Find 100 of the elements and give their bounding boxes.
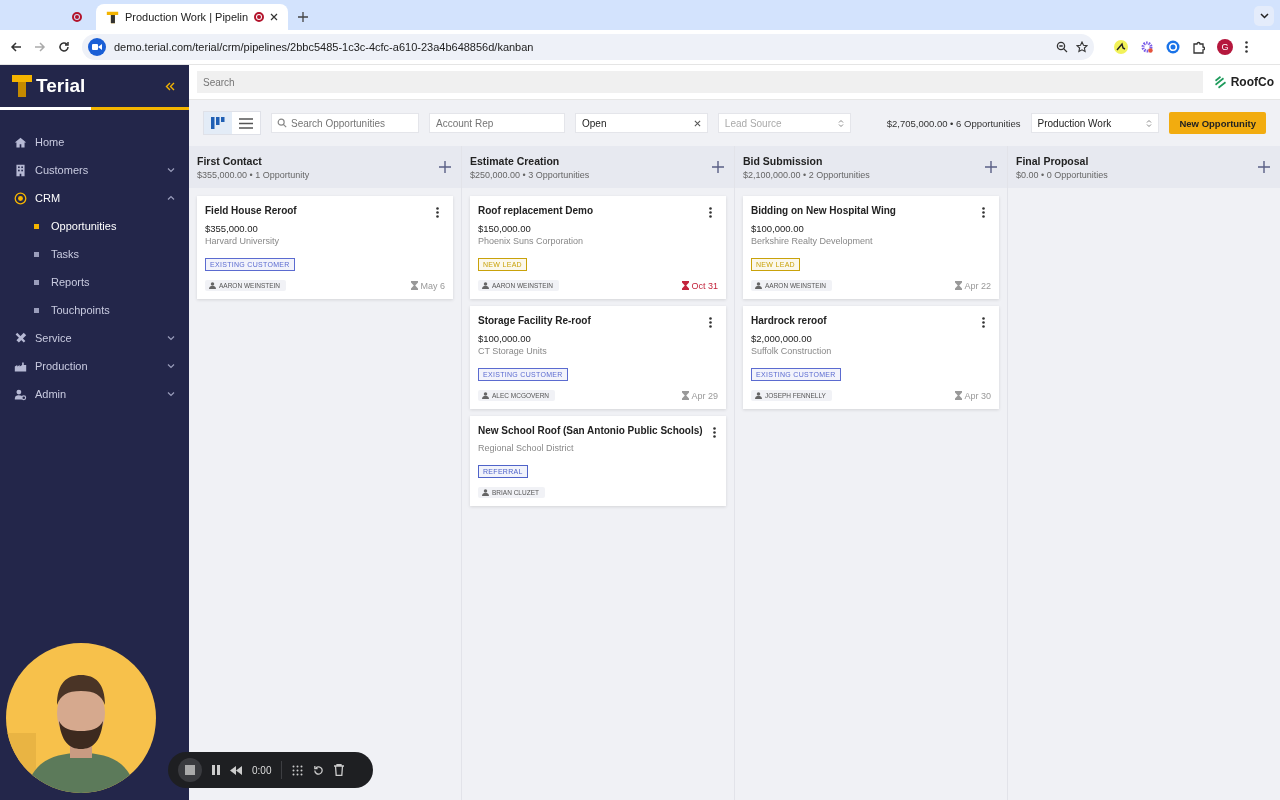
add-button[interactable]	[1258, 161, 1270, 173]
pause-button[interactable]	[212, 765, 220, 775]
card-company: Phoenix Suns Corporation	[478, 236, 585, 246]
add-button[interactable]	[712, 161, 724, 173]
browser-tab[interactable]: Production Work | Pipelin	[96, 4, 289, 30]
hourglass-icon	[955, 281, 963, 290]
columns-icon[interactable]	[211, 117, 225, 129]
person-icon	[482, 392, 489, 399]
person-icon	[755, 392, 762, 399]
logo-icon	[12, 75, 32, 97]
profile-avatar[interactable]: G	[1217, 39, 1233, 55]
card-title: Hardrock reroof	[751, 315, 827, 326]
card-company: Berkshire Realty Development	[751, 236, 874, 246]
board-view-button[interactable]	[204, 112, 232, 134]
column-title: Estimate Creation	[470, 154, 561, 167]
card-company: Regional School District	[478, 443, 575, 453]
menu-icon[interactable]	[1245, 41, 1248, 53]
recording-icon	[72, 12, 82, 22]
card-title: New School Roof (San Antonio Public Schools)	[478, 425, 703, 436]
target-icon	[14, 191, 27, 205]
restart-button[interactable]	[313, 764, 325, 776]
card-title: Roof replacement Demo	[478, 205, 594, 216]
chevron-icon	[167, 362, 175, 370]
nav-subitem[interactable]: Tasks	[0, 240, 189, 268]
nav-item[interactable]: Production	[0, 352, 189, 380]
column-title: Bid Submission	[743, 154, 824, 167]
more-icon[interactable]	[708, 316, 712, 328]
new-opportunity-button[interactable]: New Opportunity	[1169, 112, 1266, 134]
list-icon[interactable]	[239, 117, 253, 129]
more-icon[interactable]	[712, 426, 716, 438]
nav-subitem[interactable]: Touchpoints	[0, 296, 189, 324]
nav-item[interactable]: Customers	[0, 156, 189, 184]
search-field[interactable]: Search	[197, 71, 1203, 93]
zoom-icon[interactable]	[1056, 41, 1068, 53]
search-field[interactable]: Search Opportunities	[271, 113, 419, 133]
puzzle-icon[interactable]	[1192, 40, 1205, 54]
stop-button[interactable]	[178, 758, 202, 782]
more-icon[interactable]	[981, 206, 985, 218]
nav-item[interactable]: Home	[0, 128, 189, 156]
column-summary: $355,000.00 • 1 Opportunity	[197, 169, 311, 180]
due-date: Apr 30	[964, 390, 991, 401]
star-icon[interactable]	[1076, 41, 1088, 53]
column-summary: $0.00 • 0 Opportunities	[1016, 169, 1109, 180]
status-select[interactable]: Open	[575, 113, 708, 133]
chevron-icon	[167, 334, 175, 342]
person-icon	[482, 489, 489, 496]
add-button[interactable]	[985, 161, 997, 173]
rewind-button[interactable]	[230, 765, 242, 775]
nav-item[interactable]: Admin	[0, 380, 189, 408]
hourglass-icon	[682, 281, 690, 290]
card-amount: $100,000.00	[751, 223, 805, 234]
account-rep-field[interactable]: Account Rep	[429, 113, 565, 133]
nav-item[interactable]: CRM	[0, 184, 189, 212]
app-logo: Terial	[36, 75, 86, 97]
card-company: Harvard University	[205, 236, 281, 246]
card-company: Suffolk Construction	[751, 346, 833, 356]
due-date: May 6	[420, 280, 445, 291]
chevron-icon[interactable]	[1259, 13, 1269, 19]
hourglass-icon	[411, 281, 419, 290]
person-icon	[482, 282, 489, 289]
person-icon	[209, 282, 216, 289]
card-company: CT Storage Units	[478, 346, 548, 356]
hourglass-icon	[955, 391, 963, 400]
grid-button[interactable]	[292, 764, 304, 776]
nav-item[interactable]: Service	[0, 324, 189, 352]
address-bar[interactable]: demo.terial.com/terial/crm/pipelines/2bbc5485-1c3c-4cfc-a610-23a4b648856d/kanban	[82, 34, 1094, 60]
reload-icon[interactable]	[58, 41, 70, 53]
pipeline-summary: $2,705,000.00 • 6 Opportunities	[886, 117, 1021, 129]
card-amount: $100,000.00	[478, 333, 532, 344]
card-amount: $355,000.00	[205, 223, 259, 234]
new-tab-icon[interactable]	[298, 12, 309, 22]
more-icon[interactable]	[981, 316, 985, 328]
hourglass-icon	[682, 391, 690, 400]
home-icon	[14, 135, 27, 149]
recording-time: 0:00	[252, 764, 272, 776]
due-date: Apr 22	[964, 280, 991, 291]
collapse-button[interactable]	[165, 81, 175, 91]
factory-icon	[14, 359, 27, 373]
card-title: Bidding on New Hospital Wing	[751, 205, 896, 216]
close-icon[interactable]	[693, 119, 701, 127]
org-name: RoofCo	[1230, 75, 1274, 89]
org-logo-icon	[1212, 75, 1227, 89]
delete-button[interactable]	[334, 764, 345, 776]
more-icon[interactable]	[708, 206, 712, 218]
chevron-icon	[167, 194, 175, 202]
close-icon[interactable]	[270, 13, 279, 21]
add-button[interactable]	[439, 161, 451, 173]
chevron-icon	[167, 166, 175, 174]
card-amount: $2,000,000.00	[751, 333, 813, 344]
user-gear-icon	[14, 387, 27, 401]
due-date: Apr 29	[691, 390, 718, 401]
extension-icon[interactable]	[1114, 40, 1128, 54]
camera-icon[interactable]	[88, 38, 106, 56]
more-icon[interactable]	[435, 206, 439, 218]
nav-subitem[interactable]: Opportunities	[0, 212, 189, 240]
back-icon[interactable]	[10, 41, 22, 53]
nav-subitem[interactable]: Reports	[0, 268, 189, 296]
tools-icon	[14, 331, 27, 345]
person-icon	[755, 282, 762, 289]
pipeline-select[interactable]: Production Work	[1030, 113, 1160, 133]
